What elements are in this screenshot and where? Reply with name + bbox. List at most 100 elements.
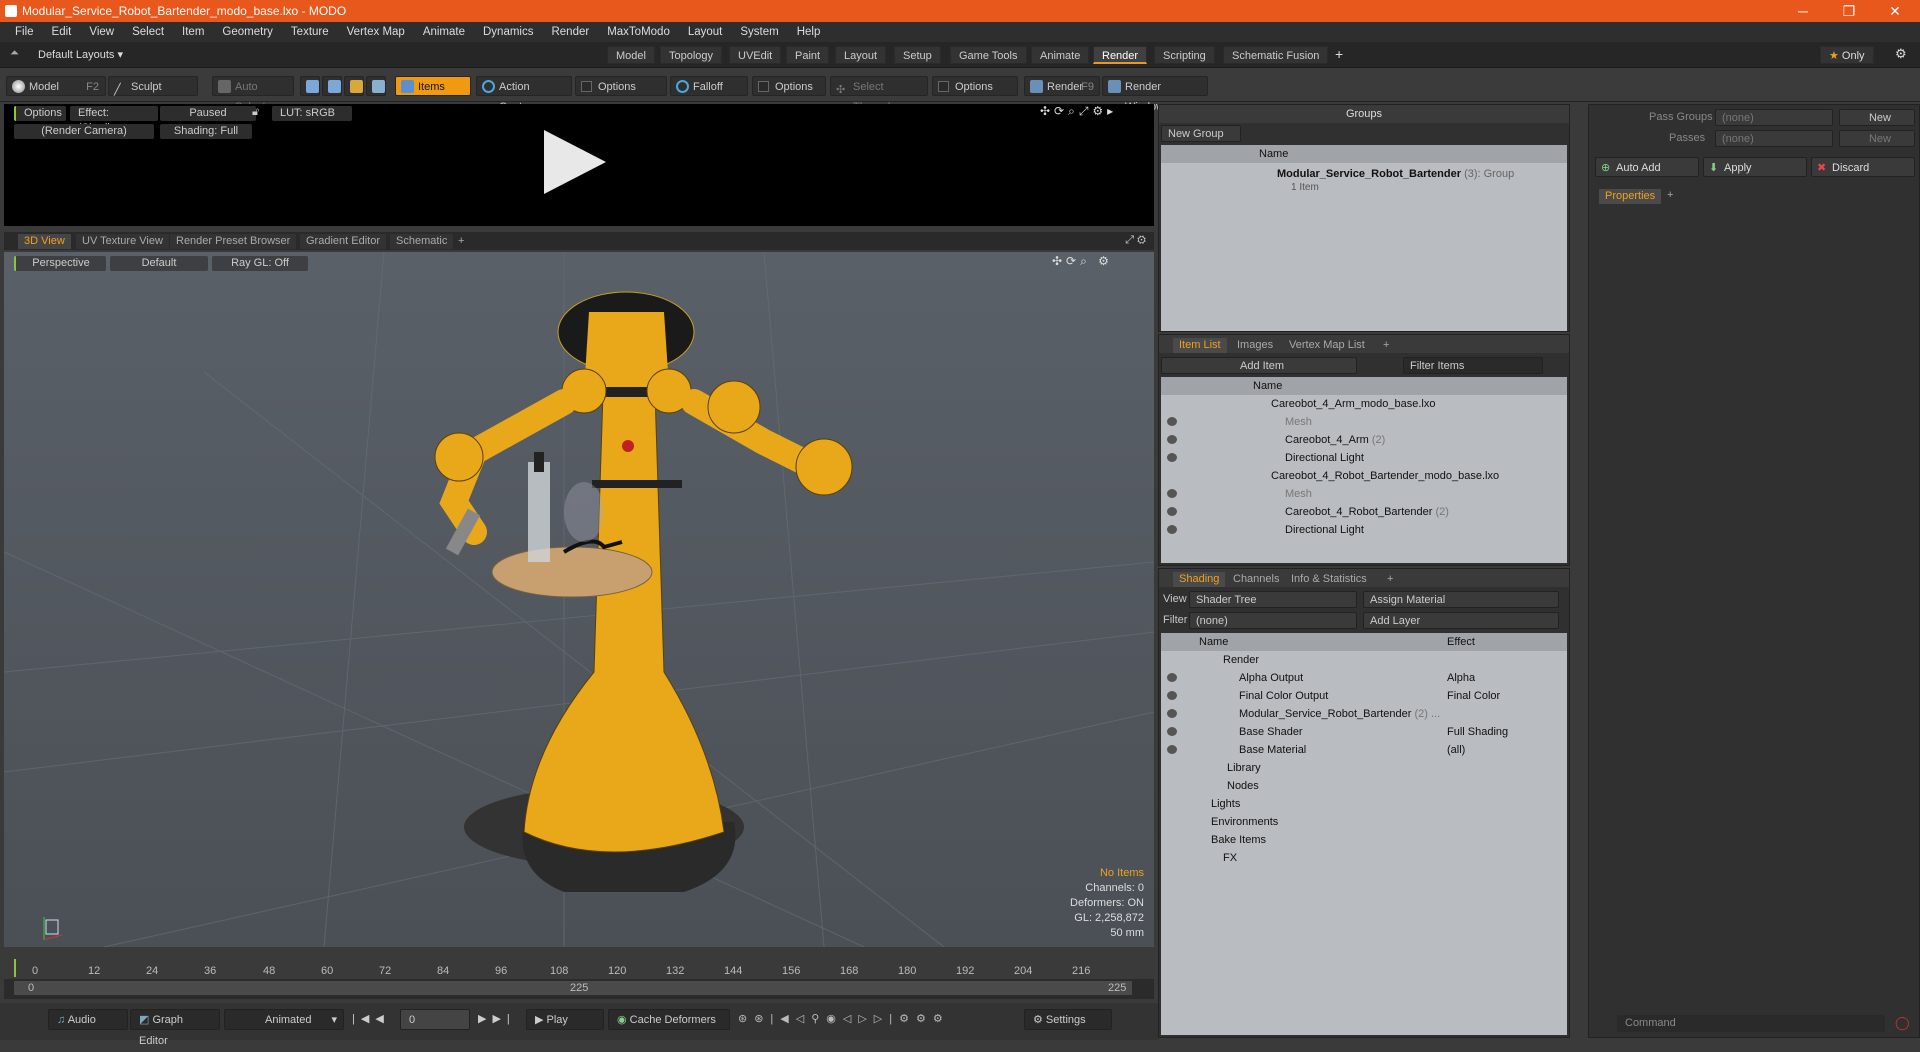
preview-effect-dropdown[interactable]: Effect: (Shadi... xyxy=(70,106,158,134)
step-forward-icons[interactable]: ▶▶| xyxy=(478,1012,516,1025)
auto-add-button[interactable]: ⊕ Auto Add xyxy=(1595,157,1699,177)
add-panel-tab-icon[interactable]: + xyxy=(1377,338,1395,353)
filter-dropdown[interactable]: (none) xyxy=(1189,612,1357,629)
key-tool-icons[interactable]: ⊛⊛|◀◁⚲◉◁▷▷|⚙⚙⚙ xyxy=(738,1012,950,1025)
default-layouts-dropdown[interactable]: Default Layouts ▾ xyxy=(38,48,123,61)
apply-button[interactable]: ⬇ Apply xyxy=(1703,157,1807,177)
tab-gradient-editor[interactable]: Gradient Editor xyxy=(300,234,386,249)
select-options-button[interactable]: Options xyxy=(932,76,1018,96)
edges-mode-button[interactable] xyxy=(322,76,342,96)
shader-row[interactable]: Environments xyxy=(1161,813,1567,831)
tab-schematic-fusion[interactable]: Schematic Fusion xyxy=(1223,46,1329,64)
tab-uvedit[interactable]: UVEdit xyxy=(729,46,782,64)
render-camera-dropdown[interactable]: (Render Camera) xyxy=(14,124,154,139)
menu-vertex-map[interactable]: Vertex Map xyxy=(338,26,414,38)
shader-row[interactable]: Bake Items xyxy=(1161,831,1567,849)
eye-icon[interactable] xyxy=(1167,525,1177,534)
menu-help[interactable]: Help xyxy=(788,26,830,38)
animated-dropdown[interactable]: Animated ▾ xyxy=(224,1009,344,1030)
tab-uv-texture-view[interactable]: UV Texture View xyxy=(76,234,169,249)
shader-row[interactable]: Modular_Service_Robot_Bartender (2) ... xyxy=(1161,705,1567,723)
options-checkbox[interactable] xyxy=(581,81,592,92)
add-shading-tab-icon[interactable]: + xyxy=(1381,572,1399,587)
filter-items-field[interactable]: Filter Items xyxy=(1403,357,1543,374)
tab-properties[interactable]: Properties xyxy=(1599,189,1662,204)
tab-animate[interactable]: Animate xyxy=(1031,46,1090,64)
eye-icon[interactable] xyxy=(1167,691,1177,700)
shader-row[interactable]: Base Material (all) xyxy=(1161,741,1567,759)
preview-nav-icons[interactable]: ✣⟳⌕⤢⚙▸ xyxy=(1040,104,1117,119)
render-button[interactable]: Render F9 xyxy=(1024,76,1100,96)
menu-geometry[interactable]: Geometry xyxy=(213,26,282,38)
timeline[interactable]: 0 12 24 36 48 60 72 84 96 108 120 132 14… xyxy=(4,957,1154,999)
menu-item[interactable]: Item xyxy=(173,26,213,38)
add-properties-tab-icon[interactable]: + xyxy=(1667,189,1673,201)
groups-list[interactable]: Name Modular_Service_Robot_Bartender (3)… xyxy=(1161,145,1567,331)
tab-render[interactable]: Render xyxy=(1093,46,1148,64)
frame-field[interactable]: 0 xyxy=(400,1009,470,1030)
discard-button[interactable]: ✖ Discard xyxy=(1811,157,1915,177)
falloff-options-checkbox[interactable] xyxy=(758,81,769,92)
viewport-expand-icon[interactable]: ⤢ ⚙ xyxy=(1125,234,1146,247)
add-item-button[interactable]: Add Item xyxy=(1161,357,1357,374)
add-layer-dropdown[interactable]: Add Layer xyxy=(1363,612,1559,629)
tab-info-statistics[interactable]: Info & Statistics xyxy=(1285,572,1373,587)
step-back-icons[interactable]: |◀◀ xyxy=(352,1012,390,1025)
passes-new-button[interactable]: New xyxy=(1839,130,1915,147)
shader-effect[interactable]: Alpha xyxy=(1447,669,1475,687)
add-viewport-tab-icon[interactable]: + xyxy=(452,234,470,249)
tab-item-list[interactable]: Item List xyxy=(1173,338,1227,353)
item-row[interactable]: Mesh xyxy=(1161,485,1567,503)
materials-mode-button[interactable] xyxy=(366,76,386,96)
vertices-mode-button[interactable] xyxy=(300,76,320,96)
command-history-icon[interactable]: ◯ xyxy=(1895,1015,1910,1031)
menu-select[interactable]: Select xyxy=(123,26,173,38)
tab-vertex-map-list[interactable]: Vertex Map List xyxy=(1283,338,1371,353)
shader-tree-dropdown[interactable]: Shader Tree xyxy=(1189,591,1357,608)
menu-system[interactable]: System xyxy=(731,26,787,38)
menu-view[interactable]: View xyxy=(80,26,123,38)
tab-3d-view[interactable]: 3D View xyxy=(18,234,71,249)
graph-editor-button[interactable]: ◩ Graph Editor xyxy=(130,1009,220,1047)
items-mode-button[interactable]: Items xyxy=(395,76,471,96)
model-mode-button[interactable]: Model F2 xyxy=(6,76,106,96)
tab-channels[interactable]: Channels xyxy=(1227,572,1285,587)
add-tab-icon[interactable]: + xyxy=(1335,46,1343,62)
3d-viewport[interactable]: Perspective Default Ray GL: Off ✣⟳⌕ ⚙ No… xyxy=(4,252,1154,947)
menu-file[interactable]: File xyxy=(6,26,43,38)
tab-schematic[interactable]: Schematic xyxy=(390,234,454,249)
eye-icon[interactable] xyxy=(1167,673,1177,682)
falloff-options-button[interactable]: Options xyxy=(752,76,826,96)
lut-dropdown[interactable]: LUT: sRGB xyxy=(272,106,352,121)
menu-layout[interactable]: Layout xyxy=(679,26,732,38)
minimize-button[interactable]: ─ xyxy=(1780,0,1826,22)
eye-icon[interactable] xyxy=(1167,435,1177,444)
tab-layout[interactable]: Layout xyxy=(835,46,887,64)
timeline-playhead[interactable] xyxy=(14,959,16,977)
eye-icon[interactable] xyxy=(1167,507,1177,516)
shader-row[interactable]: Final Color Output Final Color xyxy=(1161,687,1567,705)
sculpt-mode-button[interactable]: ╱ Sculpt xyxy=(108,76,198,96)
tab-scripting[interactable]: Scripting xyxy=(1154,46,1215,64)
eye-icon[interactable] xyxy=(1167,727,1177,736)
tab-paint[interactable]: Paint xyxy=(786,46,830,64)
preview-paused-button[interactable]: Paused xyxy=(160,106,256,121)
item-row[interactable]: Directional Light xyxy=(1161,449,1567,467)
only-toggle[interactable]: ★ Only xyxy=(1820,46,1874,64)
eye-icon[interactable] xyxy=(1167,453,1177,462)
menu-maxtomodo[interactable]: MaxToModo xyxy=(598,26,679,38)
layout-collapse-icon[interactable]: ⏶ xyxy=(10,47,19,60)
command-field[interactable]: Command xyxy=(1617,1015,1885,1032)
eye-icon[interactable] xyxy=(1167,745,1177,754)
eye-icon[interactable] xyxy=(1167,417,1177,426)
menu-dynamics[interactable]: Dynamics xyxy=(474,26,542,38)
shader-row[interactable]: Nodes xyxy=(1161,777,1567,795)
item-row[interactable]: Careobot_4_Arm_modo_base.lxo xyxy=(1161,395,1567,413)
passes-dropdown[interactable]: (none) xyxy=(1715,130,1833,147)
menu-render[interactable]: Render xyxy=(542,26,598,38)
shader-effect[interactable]: Full Shading xyxy=(1447,723,1508,741)
shader-row[interactable]: Alpha Output Alpha xyxy=(1161,669,1567,687)
item-row[interactable]: Careobot_4_Arm (2) xyxy=(1161,431,1567,449)
audio-button[interactable]: ♫ Audio xyxy=(48,1009,128,1030)
cache-deformers-button[interactable]: ◉ Cache Deformers xyxy=(608,1009,730,1030)
